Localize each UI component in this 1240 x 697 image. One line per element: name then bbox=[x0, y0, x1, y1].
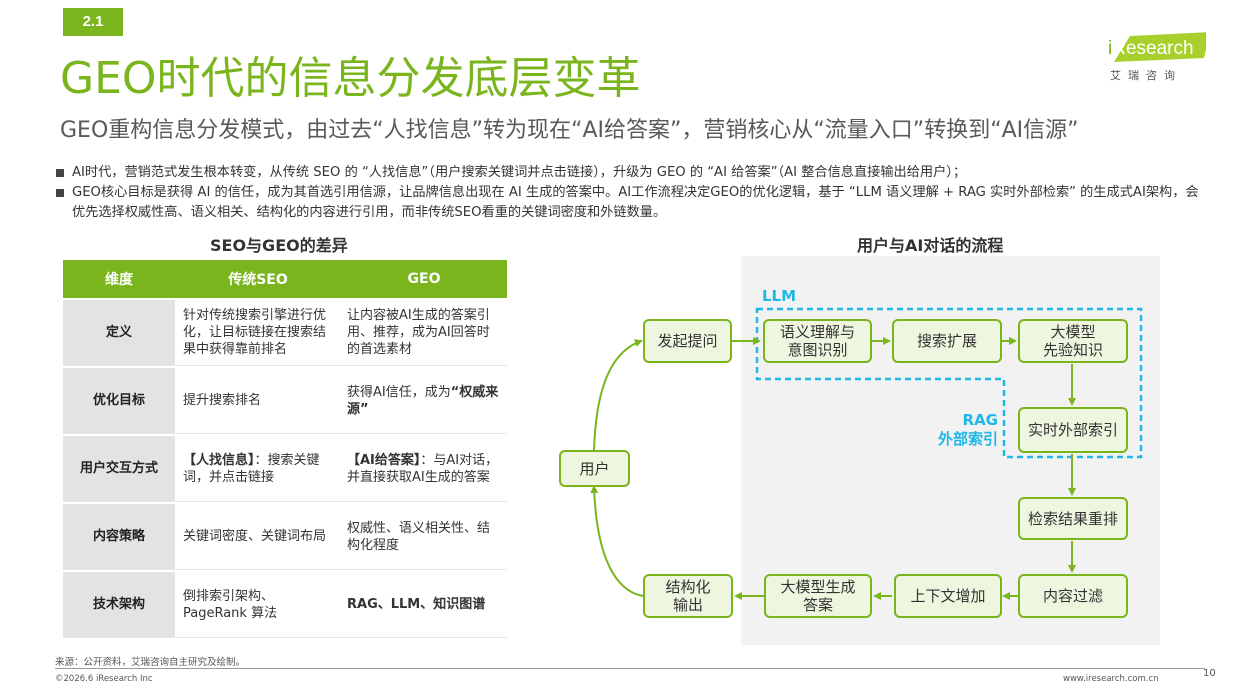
node-context: 上下文增加 bbox=[894, 574, 1002, 618]
node-output: 结构化 输出 bbox=[643, 574, 733, 618]
node-prior-knowledge: 大模型 先验知识 bbox=[1018, 319, 1128, 363]
footer-divider bbox=[55, 668, 1205, 669]
node-user: 用户 bbox=[559, 450, 630, 487]
node-semantic: 语义理解与 意图识别 bbox=[763, 319, 872, 363]
node-ask: 发起提问 bbox=[643, 319, 732, 363]
node-realtime-index: 实时外部索引 bbox=[1018, 407, 1128, 453]
arrow-user-to-ask bbox=[593, 339, 643, 451]
llm-label: LLM bbox=[762, 287, 797, 305]
page-number: 10 bbox=[1203, 668, 1216, 679]
node-rerank: 检索结果重排 bbox=[1018, 497, 1128, 540]
source-note: 来源：公开资料，艾瑞咨询自主研究及绘制。 bbox=[55, 657, 246, 668]
node-expand: 搜索扩展 bbox=[892, 319, 1002, 363]
arrow-output-to-user bbox=[590, 485, 644, 597]
website-link[interactable]: www.iresearch.com.cn bbox=[1063, 674, 1159, 684]
rag-label: RAG 外部索引 bbox=[937, 411, 998, 448]
node-generate: 大模型生成 答案 bbox=[764, 574, 872, 618]
node-filter: 内容过滤 bbox=[1018, 574, 1128, 618]
copyright: ©2026.6 iResearch Inc bbox=[55, 674, 153, 684]
